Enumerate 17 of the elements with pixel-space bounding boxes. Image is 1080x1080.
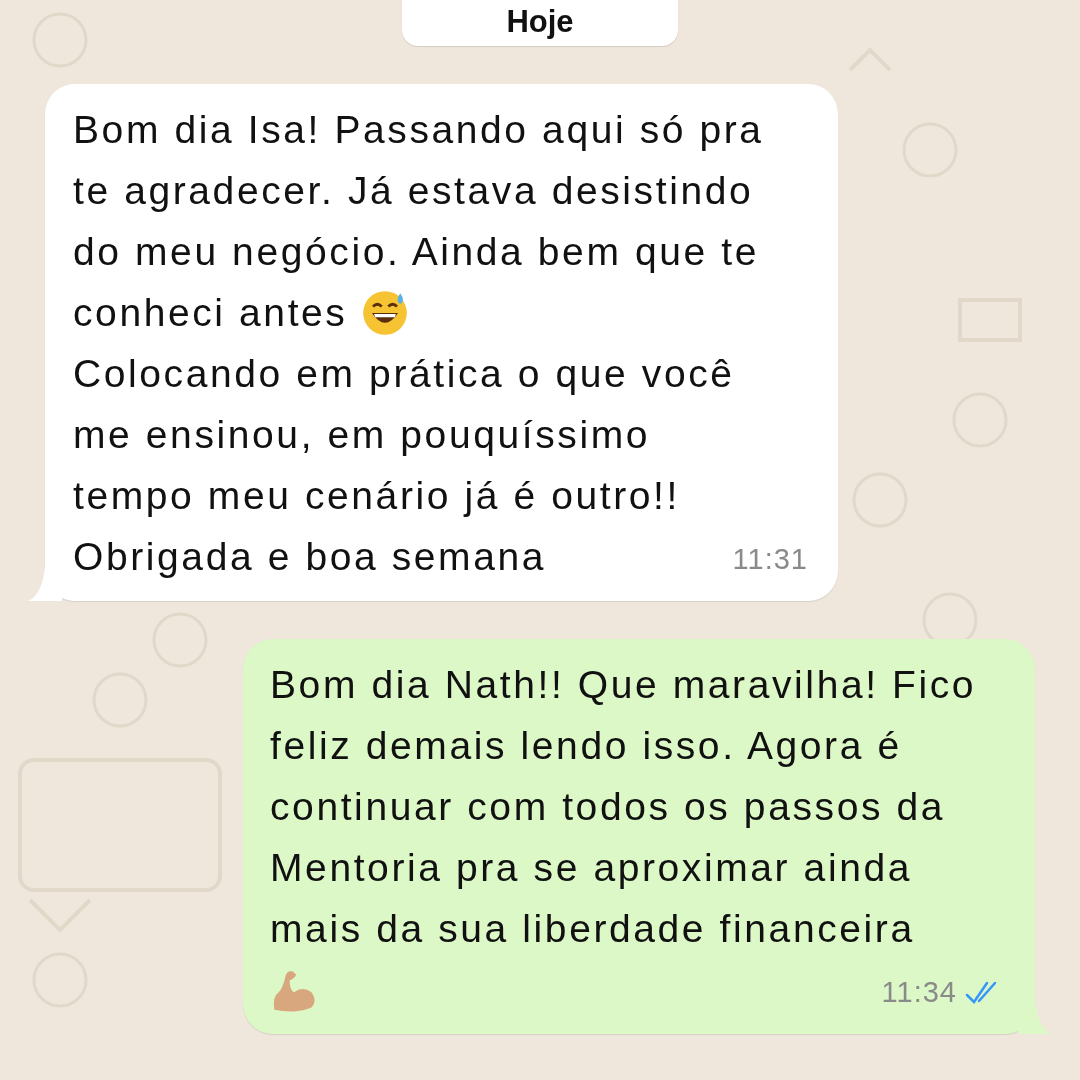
message-text: Mentoria pra se aproximar ainda (270, 845, 913, 891)
message-text: Obrigada e boa semana (73, 534, 547, 580)
message-text: tempo meu cenário já é outro!! (73, 473, 680, 519)
grinning-sweat-icon (361, 288, 410, 337)
message-text: Colocando em prática o que você (73, 351, 735, 397)
message-text: feliz demais lendo isso. Agora é (270, 723, 902, 769)
message-time: 11:34 (881, 977, 957, 1007)
message-text: Bom dia Isa! Passando aqui só pra (73, 107, 764, 153)
message-text: Bom dia Nath!! Que maravilha! Fico (270, 662, 977, 708)
message-text: me ensinou, em pouquíssimo (73, 412, 651, 458)
message-text: conheci antes (73, 290, 348, 336)
message-text: do meu negócio. Ainda bem que te (73, 229, 759, 275)
message-text: mais da sua liberdade financeira (270, 906, 915, 952)
date-label: Hoje (402, 0, 678, 46)
message-time: 11:31 (732, 544, 808, 574)
message-text: te agradecer. Já estava desistindo (73, 168, 754, 214)
message-text: continuar com todos os passos da (270, 784, 946, 830)
